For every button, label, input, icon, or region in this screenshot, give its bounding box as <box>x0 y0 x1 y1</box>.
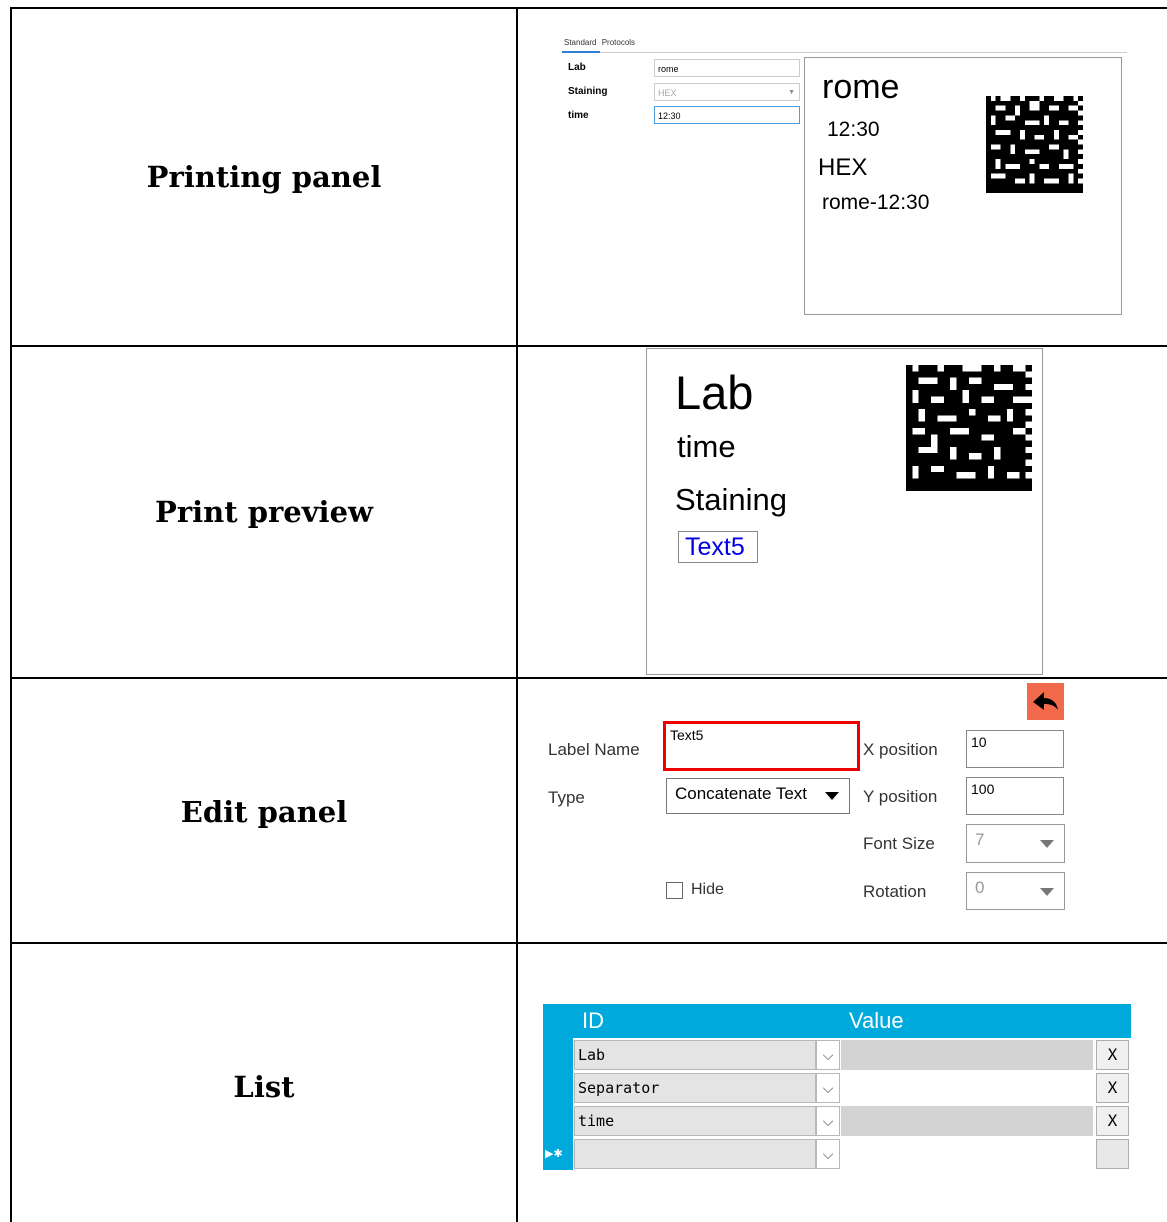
y-position-input[interactable]: 100 <box>966 777 1064 815</box>
column-header-value[interactable]: Value <box>849 1008 904 1034</box>
list-row-id[interactable]: Lab <box>574 1040 816 1070</box>
list-header <box>543 1004 1131 1038</box>
caret-down-icon <box>1040 840 1054 848</box>
tab-divider <box>562 52 1127 53</box>
type-select-value: Concatenate Text <box>675 784 807 803</box>
list-new-row-id[interactable] <box>574 1139 816 1169</box>
table-border-row3 <box>10 942 1167 944</box>
x-position-input[interactable]: 10 <box>966 730 1064 768</box>
chevron-down-icon[interactable]: ⌵ <box>816 1040 840 1070</box>
field-label-time: time <box>568 110 589 121</box>
staining-select[interactable]: HEX ▼ <box>654 83 800 101</box>
preview-field-selected[interactable]: Text5 <box>678 531 758 563</box>
preview-line-time: 12:30 <box>827 118 880 141</box>
hide-label: Hide <box>691 881 724 898</box>
label-name-label: Label Name <box>548 740 640 759</box>
preview-field-staining[interactable]: Staining <box>675 482 787 518</box>
type-label: Type <box>548 788 585 807</box>
list-row-value[interactable] <box>841 1040 1093 1070</box>
datamatrix-code-small <box>986 96 1083 193</box>
print-preview-canvas: Lab time Staining Text5 <box>646 348 1043 675</box>
tab-standard[interactable]: Standard <box>564 38 596 47</box>
chevron-down-icon[interactable]: ⌵ <box>816 1139 840 1169</box>
remove-row-button[interactable]: X <box>1096 1073 1129 1103</box>
type-select[interactable]: Concatenate Text <box>666 778 850 814</box>
undo-arrow-icon <box>1033 692 1058 710</box>
caret-down-icon <box>1040 888 1054 896</box>
staining-value: HEX <box>658 88 677 98</box>
rotation-select[interactable]: 0 <box>966 872 1065 910</box>
datamatrix-code-large <box>906 365 1032 491</box>
rotation-value: 0 <box>975 878 985 897</box>
preview-line-concat: rome-12:30 <box>822 191 930 214</box>
label-preview-small: rome 12:30 HEX rome-12:30 <box>804 57 1122 315</box>
field-label-staining: Staining <box>568 86 608 97</box>
caret-down-icon <box>825 792 839 800</box>
printing-tabs: Standard Protocols <box>564 38 638 47</box>
preview-line-lab: rome <box>822 68 900 106</box>
row-label-list: List <box>233 1070 295 1104</box>
list-new-row-value[interactable] <box>841 1139 1093 1169</box>
row-label-edit-panel: Edit panel <box>180 795 348 829</box>
rotation-label: Rotation <box>863 882 927 901</box>
preview-field-time[interactable]: time <box>677 429 736 465</box>
field-label-lab: Lab <box>568 62 586 73</box>
column-header-id[interactable]: ID <box>582 1008 604 1034</box>
chevron-down-icon[interactable]: ⌵ <box>816 1073 840 1103</box>
list-row-id[interactable]: time <box>574 1106 816 1136</box>
back-button[interactable] <box>1027 683 1064 720</box>
font-size-select[interactable]: 7 <box>966 824 1065 863</box>
font-size-label: Font Size <box>863 834 935 853</box>
list-row-value[interactable] <box>841 1073 1093 1103</box>
hide-checkbox[interactable] <box>666 882 683 899</box>
chevron-down-icon: ▼ <box>788 89 795 96</box>
font-size-value: 7 <box>975 830 985 849</box>
label-name-input[interactable]: Text5 <box>663 721 860 771</box>
remove-row-button[interactable] <box>1096 1139 1129 1169</box>
remove-row-button[interactable]: X <box>1096 1106 1129 1136</box>
table-border-row1 <box>10 345 1167 347</box>
active-tab-indicator <box>562 51 600 53</box>
preview-line-staining: HEX <box>818 154 868 181</box>
y-position-label: Y position <box>863 787 938 806</box>
list-row-id[interactable]: Separator <box>574 1073 816 1103</box>
tab-protocols[interactable]: Protocols <box>602 38 635 47</box>
x-position-label: X position <box>863 740 938 759</box>
new-row-indicator-icon: ▶✱ <box>545 1148 563 1160</box>
time-field[interactable]: 12:30 <box>654 106 800 124</box>
preview-field-lab[interactable]: Lab <box>675 365 753 420</box>
row-label-printing-panel: Printing panel <box>146 160 382 194</box>
list-row-value[interactable] <box>841 1106 1093 1136</box>
chevron-down-icon[interactable]: ⌵ <box>816 1106 840 1136</box>
lab-field[interactable]: rome <box>654 59 800 77</box>
row-label-print-preview: Print preview <box>155 495 373 529</box>
remove-row-button[interactable]: X <box>1096 1040 1129 1070</box>
table-border-row2 <box>10 677 1167 679</box>
table-border-top <box>10 7 1167 9</box>
